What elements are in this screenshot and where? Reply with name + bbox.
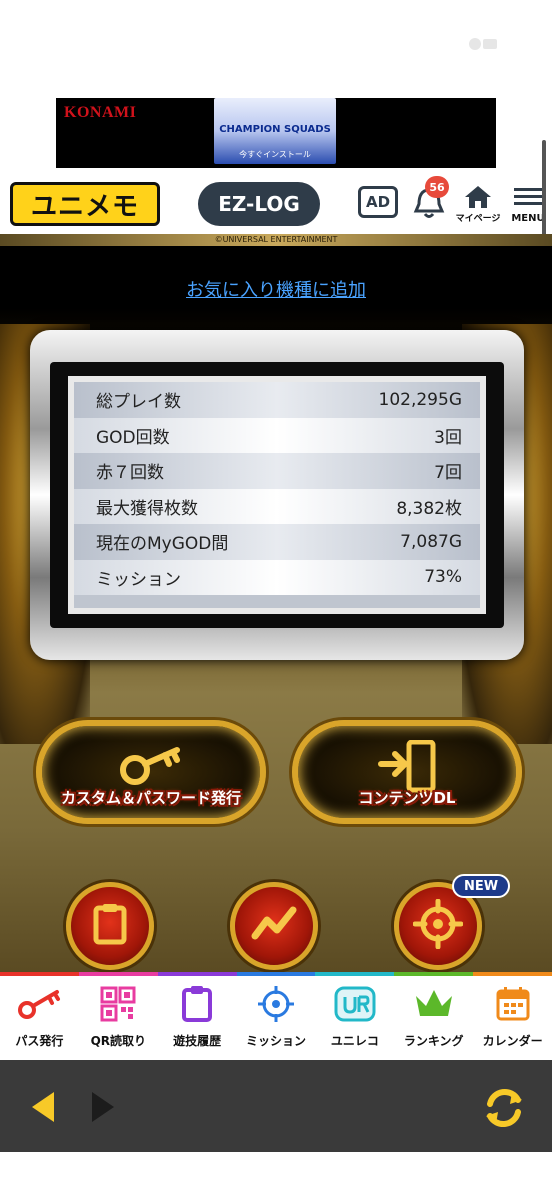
stat-value: 3回 <box>434 427 462 448</box>
tab-mission[interactable]: ミッション <box>236 972 316 1060</box>
ad-image-title: CHAMPION SQUADS <box>219 124 331 135</box>
tab-label: QR読取り <box>90 1034 147 1048</box>
clipboard-icon <box>90 902 130 950</box>
stat-label: GOD回数 <box>96 427 170 448</box>
unireco-icon <box>333 984 377 1024</box>
tab-stripe <box>236 972 316 976</box>
ad-button[interactable]: AD <box>358 186 398 218</box>
tab-label: ミッション <box>246 1034 307 1048</box>
contents-dl-button[interactable]: コンテンツDL <box>292 720 522 824</box>
stat-value: 7回 <box>434 463 462 484</box>
tab-label: パス発行 <box>15 1034 64 1048</box>
ad-banner[interactable]: KONAMI CHAMPION SQUADS 今すぐインストール <box>56 98 496 168</box>
hamburger-icon <box>514 188 542 205</box>
key-icon <box>119 740 183 794</box>
stat-label: ミッション <box>96 569 181 590</box>
menu-button[interactable]: MENU <box>510 184 546 228</box>
stat-label: 赤７回数 <box>96 463 164 484</box>
tab-stripe <box>394 972 474 976</box>
scrollbar[interactable] <box>542 140 546 240</box>
tab-unireco[interactable]: ユニレコ <box>315 972 395 1060</box>
custom-password-label: カスタム＆パスワード発行 <box>60 789 241 807</box>
key-icon <box>17 984 61 1024</box>
tab-stripe <box>157 972 237 976</box>
crown-icon <box>412 984 456 1024</box>
tab-stripe <box>315 972 395 976</box>
new-badge: NEW <box>452 874 510 898</box>
custom-password-button[interactable]: カスタム＆パスワード発行 <box>36 720 266 824</box>
stat-label: 総プレイ数 <box>96 392 181 413</box>
crosshair-icon <box>412 898 464 953</box>
stat-value: 102,295G <box>378 389 462 410</box>
game-area: ©UNIVERSAL ENTERTAINMENT お気に入り機種に追加 総プレイ… <box>0 234 552 974</box>
tab-label: ユニレコ <box>330 1034 379 1048</box>
tab-stripe <box>473 972 552 976</box>
stat-value: 7,087G <box>400 531 462 552</box>
ad-brand: KONAMI <box>64 104 137 121</box>
stats-frame-inner: 総プレイ数 102,295G GOD回数 3回 赤７回数 7回 最大獲得枚数 8… <box>50 362 504 628</box>
stat-row-total-play: 総プレイ数 102,295G <box>74 382 480 418</box>
stat-row-max-medals: 最大獲得枚数 8,382枚 <box>74 488 480 524</box>
clipboard-round-button[interactable] <box>66 882 154 970</box>
stat-row-god-count: GOD回数 3回 <box>74 417 480 453</box>
stat-label: 最大獲得枚数 <box>96 498 198 519</box>
tab-stripe <box>78 972 158 976</box>
battery-icon <box>463 34 503 54</box>
stats-panel: 総プレイ数 102,295G GOD回数 3回 赤７回数 7回 最大獲得枚数 8… <box>68 376 486 614</box>
contents-dl-label: コンテンツDL <box>358 789 456 807</box>
app-logo[interactable]: ユニメモ <box>10 182 160 226</box>
stat-value: 8,382枚 <box>396 498 462 519</box>
tab-pass-issue[interactable]: パス発行 <box>0 972 79 1060</box>
home-icon <box>465 186 491 208</box>
bottom-safe-area <box>0 1152 552 1200</box>
ad-image-sub: 今すぐインストール <box>239 150 311 159</box>
back-arrow-icon[interactable] <box>28 1090 58 1128</box>
tab-label: 遊技履歴 <box>173 1034 222 1048</box>
tab-qr-read[interactable]: QR読取り <box>78 972 158 1060</box>
tab-label: ランキング <box>403 1034 464 1048</box>
tab-play-history[interactable]: 遊技履歴 <box>157 972 237 1060</box>
app-header: ユニメモ EZ-LOG AD 56 マイページ MENU <box>0 176 552 234</box>
tab-ranking[interactable]: ランキング <box>394 972 474 1060</box>
graph-round-button[interactable] <box>230 882 318 970</box>
qr-icon <box>96 984 140 1024</box>
stats-frame: 総プレイ数 102,295G GOD回数 3回 赤７回数 7回 最大獲得枚数 8… <box>30 330 524 660</box>
bottom-tab-bar: パス発行 QR読取り 遊技履歴 ミッション ユニレコ ランキング カレンダー <box>0 972 552 1060</box>
stat-value: 73% <box>424 567 462 588</box>
stat-row-mission: ミッション 73% <box>74 559 480 595</box>
clipboard-icon <box>175 984 219 1024</box>
stat-label: 現在のMyGOD間 <box>96 534 229 555</box>
status-bar <box>0 0 552 90</box>
mypage-button[interactable]: マイページ <box>456 184 500 228</box>
ad-image[interactable]: CHAMPION SQUADS 今すぐインストール <box>214 98 336 164</box>
ezlog-button[interactable]: EZ-LOG <box>198 182 320 226</box>
add-favorite-link[interactable]: お気に入り機種に追加 <box>0 276 552 302</box>
tab-stripe <box>0 972 79 976</box>
forward-arrow-icon[interactable] <box>88 1090 118 1128</box>
mypage-label: マイページ <box>455 214 501 224</box>
copyright-strip: ©UNIVERSAL ENTERTAINMENT <box>0 234 552 246</box>
stat-row-current-mygod: 現在のMyGOD間 7,087G <box>74 524 480 560</box>
tab-label: カレンダー <box>482 1034 543 1048</box>
stat-row-red7-count: 赤７回数 7回 <box>74 453 480 489</box>
refresh-icon[interactable] <box>480 1084 528 1136</box>
notification-badge: 56 <box>425 176 449 198</box>
graph-icon <box>251 906 297 946</box>
browser-nav-bar <box>0 1060 552 1152</box>
target-icon <box>254 984 298 1024</box>
tab-calendar[interactable]: カレンダー <box>473 972 552 1060</box>
calendar-icon <box>491 984 535 1024</box>
